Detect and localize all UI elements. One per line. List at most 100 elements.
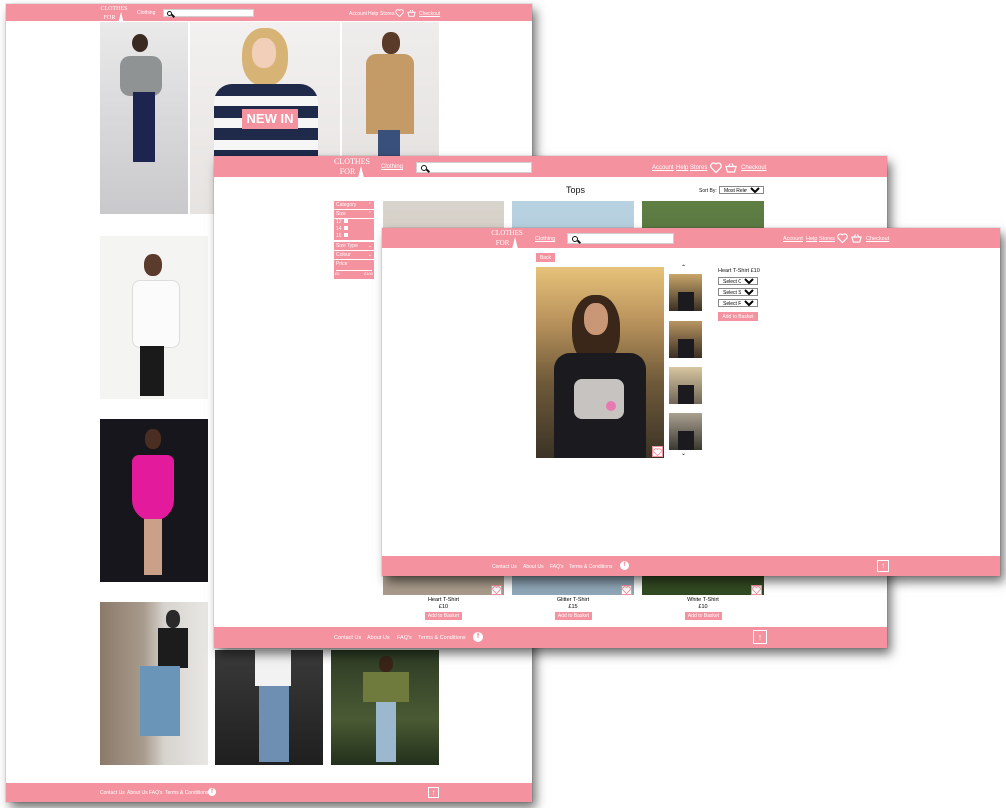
add-to-basket-button[interactable]: Add to Basket bbox=[425, 612, 462, 620]
size-16-label: 16 bbox=[336, 233, 342, 239]
fit-select[interactable]: Select Fit bbox=[718, 299, 758, 307]
nav-clothing[interactable]: Clothing bbox=[381, 164, 403, 170]
facebook-icon[interactable]: f bbox=[620, 561, 629, 570]
home-photo-jeans-wall[interactable] bbox=[100, 602, 208, 765]
basket-icon[interactable] bbox=[725, 162, 737, 173]
nav-account[interactable]: Account bbox=[349, 11, 367, 17]
basket-icon[interactable] bbox=[407, 9, 416, 17]
size-12-checkbox[interactable] bbox=[343, 219, 348, 223]
facebook-icon[interactable]: f bbox=[208, 788, 216, 796]
filter-size-label: Size bbox=[336, 211, 346, 217]
scroll-top-button[interactable]: ↑ bbox=[428, 787, 439, 798]
logo-line1: CLOTHES bbox=[491, 229, 523, 237]
filter-size-type-label: Size Type bbox=[336, 243, 358, 249]
hero-badge-text: NEW IN bbox=[246, 111, 294, 126]
arrow-up-icon: ↑ bbox=[431, 788, 436, 797]
footer-contact[interactable]: Contact Us bbox=[492, 564, 517, 570]
basket-icon[interactable] bbox=[851, 233, 862, 243]
add-to-basket-button[interactable]: Add to Basket bbox=[718, 312, 758, 321]
add-to-basket-button[interactable]: Add to Basket bbox=[685, 612, 722, 620]
nav-checkout[interactable]: Checkout bbox=[419, 11, 440, 17]
filter-size-16[interactable]: 16 bbox=[334, 233, 374, 240]
size-14-checkbox[interactable] bbox=[343, 226, 348, 230]
product-header bbox=[382, 228, 1000, 248]
nav-help[interactable]: Help bbox=[806, 236, 817, 242]
wishlist-heart-icon[interactable] bbox=[652, 446, 663, 457]
nav-stores[interactable]: Stores bbox=[380, 11, 394, 17]
footer-terms[interactable]: Terms & Conditions bbox=[418, 635, 466, 641]
nav-account[interactable]: Account bbox=[783, 236, 803, 242]
home-search-bar[interactable] bbox=[163, 9, 254, 17]
home-footer bbox=[6, 783, 532, 802]
thumbnail-image[interactable] bbox=[669, 413, 702, 450]
nav-account[interactable]: Account bbox=[652, 165, 674, 171]
filter-size-14[interactable]: 14 bbox=[334, 226, 374, 233]
footer-faqs[interactable]: FAQ's bbox=[550, 564, 563, 570]
thumbnail-image[interactable] bbox=[669, 367, 702, 404]
footer-terms[interactable]: Terms & Conditions bbox=[165, 790, 208, 796]
size-16-checkbox[interactable] bbox=[343, 233, 348, 237]
footer-faqs[interactable]: FAQ's bbox=[397, 635, 412, 641]
footer-faqs[interactable]: FAQ's bbox=[149, 790, 162, 796]
wishlist-heart-icon[interactable] bbox=[621, 585, 632, 595]
filter-category[interactable]: Category ⌃ bbox=[334, 201, 374, 209]
product-name[interactable]: White T-Shirt bbox=[642, 597, 764, 603]
add-to-basket-button[interactable]: Add to Basket bbox=[555, 612, 592, 620]
scroll-top-button[interactable]: ↑ bbox=[877, 560, 889, 572]
thumbnail-image[interactable] bbox=[669, 274, 702, 311]
home-photo-green-jacket[interactable] bbox=[331, 650, 439, 765]
product-search-bar[interactable] bbox=[567, 233, 674, 244]
thumbnail-up-chevron-icon[interactable]: ⌃ bbox=[681, 264, 686, 271]
listing-header bbox=[214, 156, 887, 177]
wishlist-heart-icon[interactable] bbox=[491, 585, 502, 595]
footer-about[interactable]: About Us bbox=[367, 635, 390, 641]
filter-size[interactable]: Size ⌃ bbox=[334, 210, 374, 218]
home-photo-light-jeans[interactable] bbox=[215, 650, 323, 765]
nav-clothing[interactable]: Clothing bbox=[535, 236, 555, 242]
product-logo[interactable]: CLOTHES FOR bbox=[488, 230, 526, 249]
filter-price-label: Price bbox=[336, 261, 348, 267]
product-name[interactable]: Heart T-Shirt bbox=[383, 597, 504, 603]
scroll-top-button[interactable]: ↑ bbox=[753, 630, 767, 644]
nav-help[interactable]: Help bbox=[368, 11, 378, 17]
sort-label: Sort By: bbox=[699, 188, 717, 194]
listing-logo[interactable]: CLOTHES FOR bbox=[331, 158, 373, 178]
thumbnail-image[interactable] bbox=[669, 321, 702, 358]
wishlist-heart-icon[interactable] bbox=[751, 585, 762, 595]
filter-colour[interactable]: Colour ⌄ bbox=[334, 251, 374, 259]
filter-size-type[interactable]: Size Type ⌄ bbox=[334, 242, 374, 250]
filter-price[interactable]: Price £0 £100 bbox=[334, 260, 374, 279]
heart-icon[interactable] bbox=[837, 233, 848, 243]
footer-contact[interactable]: Contact Us bbox=[334, 635, 361, 641]
facebook-glyph: f bbox=[623, 562, 626, 568]
footer-about[interactable]: About Us bbox=[523, 564, 544, 570]
home-photo-pink-dress[interactable] bbox=[100, 419, 208, 582]
size-select[interactable]: Select Size bbox=[718, 288, 758, 296]
nav-clothing[interactable]: Clothing bbox=[137, 10, 155, 16]
nav-checkout[interactable]: Checkout bbox=[866, 236, 889, 242]
hero-photo-left[interactable] bbox=[100, 22, 188, 214]
facebook-icon[interactable]: f bbox=[473, 632, 483, 642]
product-name[interactable]: Glitter T-Shirt bbox=[512, 597, 634, 603]
back-button[interactable]: Back bbox=[536, 253, 555, 262]
footer-contact[interactable]: Contact Us bbox=[100, 790, 125, 796]
heart-icon[interactable] bbox=[710, 162, 722, 173]
listing-search-bar[interactable] bbox=[416, 162, 532, 173]
thumbnail-down-chevron-icon[interactable]: ⌄ bbox=[681, 450, 686, 457]
nav-help[interactable]: Help bbox=[676, 165, 688, 171]
listing-footer bbox=[214, 627, 887, 648]
hero-badge[interactable]: NEW IN bbox=[242, 109, 298, 129]
sort-select[interactable]: Most Relevant bbox=[719, 186, 764, 194]
nav-stores[interactable]: Stores bbox=[690, 165, 707, 171]
chevron-up-icon: ⌃ bbox=[367, 211, 372, 217]
colour-select[interactable]: Select Colour bbox=[718, 277, 758, 285]
nav-checkout[interactable]: Checkout bbox=[741, 165, 766, 171]
home-photo-tshirt[interactable] bbox=[100, 236, 208, 399]
search-icon bbox=[421, 165, 427, 171]
heart-icon[interactable] bbox=[395, 9, 404, 17]
footer-about[interactable]: About Us bbox=[127, 790, 148, 796]
filter-size-12[interactable]: 12 bbox=[334, 219, 374, 226]
product-main-image bbox=[536, 267, 664, 458]
footer-terms[interactable]: Terms & Conditions bbox=[569, 564, 612, 570]
nav-stores[interactable]: Stores bbox=[819, 236, 835, 242]
